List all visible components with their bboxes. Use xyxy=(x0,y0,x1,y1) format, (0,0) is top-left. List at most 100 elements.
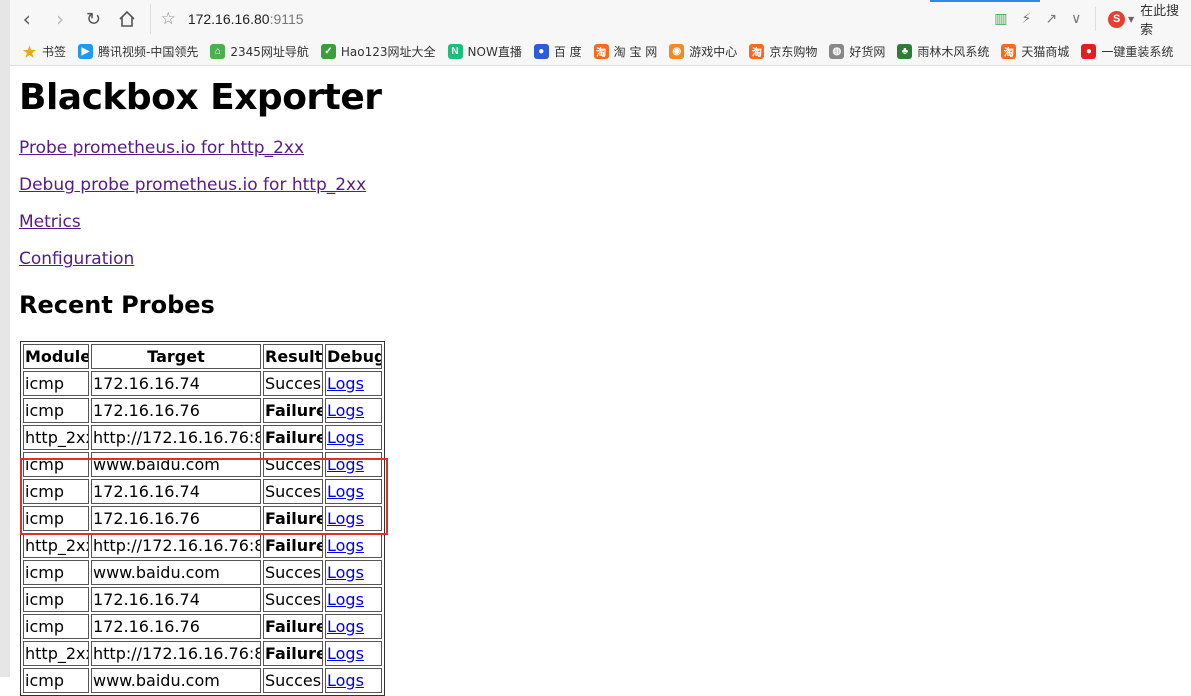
header-debug: Debug xyxy=(325,344,382,369)
cell-module: http_2xx xyxy=(23,641,89,666)
cell-module: icmp xyxy=(23,398,89,423)
cell-debug: Logs xyxy=(325,641,382,666)
cell-target: www.baidu.com xyxy=(91,668,261,693)
search-engine-caret-icon[interactable]: ▼ xyxy=(1128,15,1134,24)
cell-debug: Logs xyxy=(325,533,382,558)
cell-target: www.baidu.com xyxy=(91,452,261,477)
cell-module: icmp xyxy=(23,506,89,531)
recent-probes-heading: Recent Probes xyxy=(19,291,215,319)
logs-link[interactable]: Logs xyxy=(327,455,364,474)
forward-button[interactable]: › xyxy=(43,4,76,34)
bookmark-label: 百 度 xyxy=(553,45,582,59)
bookmark-star-icon[interactable]: ☆ xyxy=(161,9,176,29)
tencent-video-icon: ▶ xyxy=(78,44,94,59)
cell-module: icmp xyxy=(23,668,89,693)
bookmark-item[interactable]: N NOW直播 xyxy=(447,43,522,60)
bookmark-item[interactable]: 淘淘 宝 网 xyxy=(593,43,658,60)
cell-target: 172.16.16.76 xyxy=(91,398,261,423)
logs-link[interactable]: Logs xyxy=(327,671,364,690)
jd-icon: 淘 xyxy=(749,44,765,59)
bookmark-item[interactable]: ♣ 雨林木风系统 xyxy=(897,43,989,60)
url-port: :9115 xyxy=(269,11,304,27)
tmall-icon: 淘 xyxy=(1001,44,1017,59)
page-content: Blackbox Exporter Probe prometheus.io fo… xyxy=(19,66,1179,696)
bookmark-item[interactable]: 淘京东购物 xyxy=(749,43,817,60)
cell-debug: Logs xyxy=(325,668,382,693)
logs-link[interactable]: Logs xyxy=(327,644,364,663)
cell-result: Failure xyxy=(263,614,323,639)
bookmark-item[interactable]: ● 百 度 xyxy=(533,43,582,60)
cell-target: 172.16.16.74 xyxy=(91,371,261,396)
cell-target: www.baidu.com xyxy=(91,560,261,585)
search-box[interactable]: S ▼ 在此搜索 xyxy=(1095,4,1191,38)
cell-target: 172.16.16.74 xyxy=(91,479,261,504)
cell-result: Success xyxy=(263,479,323,504)
cell-debug: Logs xyxy=(325,506,382,531)
home-icon xyxy=(119,10,135,27)
logs-link[interactable]: Logs xyxy=(327,509,364,528)
baidu-icon: ● xyxy=(533,44,549,59)
logs-link[interactable]: Logs xyxy=(327,401,364,420)
cell-target: 172.16.16.74 xyxy=(91,587,261,612)
cell-target: 172.16.16.76 xyxy=(91,506,261,531)
bookmark-label: 淘 宝 网 xyxy=(613,45,658,59)
cell-module: http_2xx xyxy=(23,425,89,450)
bookmark-item[interactable]: 淘天猫商城 xyxy=(1001,43,1069,60)
bookmark-item[interactable]: ● 一键重装系统 xyxy=(1081,43,1173,60)
home-button[interactable] xyxy=(110,4,143,34)
bookmark-item[interactable]: ✓ Hao123网址大全 xyxy=(320,43,436,60)
table-row: icmp www.baidu.com Success Logs xyxy=(23,452,382,477)
bookmark-label: 2345网址导航 xyxy=(230,45,309,59)
table-row: icmp www.baidu.com Success Logs xyxy=(23,560,382,585)
logs-link[interactable]: Logs xyxy=(327,563,364,582)
cell-target: http://172.16.16.76:80 xyxy=(91,425,261,450)
cell-result: Failure xyxy=(263,506,323,531)
toolbar-icons: ▥ ⚡ ↗ ∨ xyxy=(994,11,1081,27)
table-row: icmp 172.16.16.74 Success Logs xyxy=(23,479,382,504)
cell-module: icmp xyxy=(23,587,89,612)
cell-module: icmp xyxy=(23,614,89,639)
logs-link[interactable]: Logs xyxy=(327,590,364,609)
logs-link[interactable]: Logs xyxy=(327,536,364,555)
forward-arrow-icon: › xyxy=(56,7,65,31)
table-row: icmp 172.16.16.74 Success Logs xyxy=(23,587,382,612)
cell-debug: Logs xyxy=(325,398,382,423)
logs-link[interactable]: Logs xyxy=(327,428,364,447)
cell-debug: Logs xyxy=(325,479,382,504)
reload-button[interactable]: ↻ xyxy=(77,4,110,34)
logs-link[interactable]: Logs xyxy=(327,374,364,393)
share-icon[interactable]: ↗ xyxy=(1045,11,1057,27)
bookmark-label: NOW直播 xyxy=(467,45,522,59)
logs-link[interactable]: Logs xyxy=(327,482,364,501)
bookmark-label: 京东购物 xyxy=(769,45,818,59)
bookmark-item[interactable]: ◉ 游戏中心 xyxy=(669,43,737,60)
bookmark-item[interactable]: ◍ 好货网 xyxy=(829,43,885,60)
configuration-link[interactable]: Configuration xyxy=(19,249,134,269)
bookmark-label: 好货网 xyxy=(849,45,886,59)
cell-debug: Logs xyxy=(325,425,382,450)
logs-link[interactable]: Logs xyxy=(327,617,364,636)
bookmark-item[interactable]: ⌂ 2345网址导航 xyxy=(210,43,309,60)
cell-result: Failure xyxy=(263,641,323,666)
table-row: icmp 172.16.16.74 Success Logs xyxy=(23,371,382,396)
metrics-link[interactable]: Metrics xyxy=(19,212,81,232)
address-bar[interactable]: ☆ 172.16.16.80:9115 xyxy=(149,4,995,34)
cell-debug: Logs xyxy=(325,587,382,612)
chevron-down-icon[interactable]: ∨ xyxy=(1071,11,1081,27)
taobao-icon: 淘 xyxy=(593,44,609,59)
ylmf-icon: ♣ xyxy=(897,44,913,59)
debug-probe-link[interactable]: Debug probe prometheus.io for http_2xx xyxy=(19,175,366,195)
bookmark-item[interactable]: ★ 书签 xyxy=(22,43,66,61)
back-button[interactable]: ‹ xyxy=(10,4,43,34)
cell-debug: Logs xyxy=(325,371,382,396)
cell-module: icmp xyxy=(23,452,89,477)
window-left-edge xyxy=(0,0,10,677)
flash-icon[interactable]: ⚡ xyxy=(1022,11,1032,27)
bookmark-label: 游戏中心 xyxy=(689,45,738,59)
table-header-row: Module Target Result Debug xyxy=(23,344,382,369)
bookmark-item[interactable]: ▶ 腾讯视频-中国领先 xyxy=(78,43,198,60)
sogou-search-icon[interactable]: S xyxy=(1108,10,1125,28)
reader-mode-icon[interactable]: ▥ xyxy=(994,11,1007,27)
probe-link[interactable]: Probe prometheus.io for http_2xx xyxy=(19,138,304,158)
page-title: Blackbox Exporter xyxy=(19,77,382,118)
